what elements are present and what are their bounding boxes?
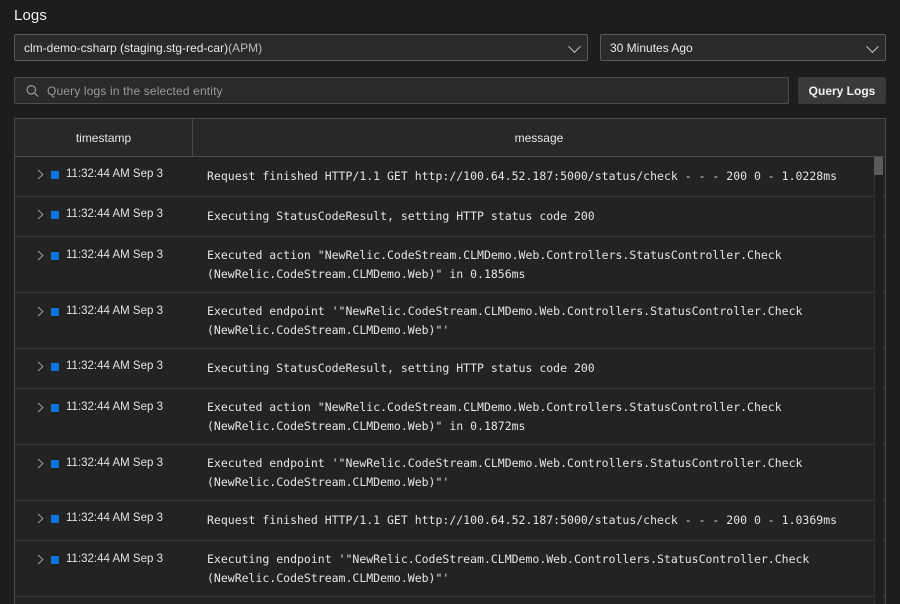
log-level-indicator <box>51 556 59 564</box>
chevron-right-icon[interactable] <box>35 513 44 525</box>
log-message-cell: Executing endpoint '"NewRelic.CodeStream… <box>207 552 817 585</box>
search-icon <box>26 84 39 97</box>
log-timestamp-text: 11:32:44 AM Sep 3 <box>66 360 163 372</box>
log-timestamp-text: 11:32:44 AM Sep 3 <box>66 168 163 180</box>
chevron-down-icon <box>866 39 879 53</box>
table-header-row: timestamp message <box>15 119 885 157</box>
log-timestamp-cell: 11:32:44 AM Sep 3 <box>15 389 193 444</box>
log-message-cell: Executing StatusCodeResult, setting HTTP… <box>207 209 595 223</box>
time-range-select-value: 30 Minutes Ago <box>610 40 693 55</box>
chevron-right-icon[interactable] <box>35 361 44 373</box>
entity-select-value: clm-demo-csharp (staging.stg-red-car) <box>24 40 229 55</box>
log-level-indicator <box>51 252 59 260</box>
query-logs-button[interactable]: Query Logs <box>798 77 886 104</box>
log-timestamp-cell: 11:32:44 AM Sep 3 <box>15 349 193 388</box>
column-header-message[interactable]: message <box>193 119 885 156</box>
search-input[interactable]: Query logs in the selected entity <box>14 77 789 104</box>
table-row[interactable]: 11:32:44 AM Sep 3 Request finished HTTP/1… <box>15 501 885 541</box>
time-range-select[interactable]: 30 Minutes Ago <box>600 34 886 61</box>
chevron-right-icon[interactable] <box>35 250 44 262</box>
log-timestamp-text: 11:32:44 AM Sep 3 <box>66 401 163 413</box>
logs-table: timestamp message 11:32:44 AM Sep 3 Reque… <box>14 118 886 604</box>
chevron-right-icon[interactable] <box>35 402 44 414</box>
log-message-cell: Request finished HTTP/1.1 GET http://100… <box>207 169 838 183</box>
log-timestamp-text: 11:32:44 AM Sep 3 <box>66 249 163 261</box>
log-timestamp-text: 11:32:44 AM Sep 3 <box>66 457 163 469</box>
log-message-cell: Executing StatusCodeResult, setting HTTP… <box>207 361 595 375</box>
query-bar: Query logs in the selected entity Query … <box>14 77 886 104</box>
table-row[interactable]: 11:32:44 AM Sep 3 Executing StatusCodeRes… <box>15 349 885 389</box>
log-message-cell: Request finished HTTP/1.1 GET http://100… <box>207 513 838 527</box>
table-row[interactable]: 11:32:44 AM Sep 3 Executed endpoint '"New… <box>15 445 885 501</box>
log-timestamp-cell: 11:32:44 AM Sep 3 <box>15 197 193 236</box>
filter-controls: clm-demo-csharp (staging.stg-red-car) (A… <box>14 34 886 61</box>
log-level-indicator <box>51 211 59 219</box>
vertical-scrollbar-thumb[interactable] <box>874 157 883 175</box>
entity-select-suffix: (APM) <box>228 40 263 55</box>
log-timestamp-cell: 11:32:44 AM Sep 3 <box>15 445 193 500</box>
page-title: Logs <box>14 7 47 24</box>
log-level-indicator <box>51 515 59 523</box>
chevron-right-icon[interactable] <box>35 169 44 181</box>
log-timestamp-text: 11:32:44 AM Sep 3 <box>66 553 163 565</box>
table-row[interactable]: 11:32:44 AM Sep 3 Request finished HTTP/1… <box>15 157 885 197</box>
log-level-indicator <box>51 404 59 412</box>
log-message-cell: Executed action "NewRelic.CodeStream.CLM… <box>207 400 789 433</box>
column-header-timestamp[interactable]: timestamp <box>15 119 193 156</box>
log-level-indicator <box>51 363 59 371</box>
entity-select[interactable]: clm-demo-csharp (staging.stg-red-car) (A… <box>14 34 588 61</box>
log-timestamp-cell: 11:32:44 AM Sep 3 <box>15 293 193 348</box>
log-timestamp-cell: 11:32:44 AM Sep 3 <box>15 541 193 596</box>
log-timestamp-text: 11:32:44 AM Sep 3 <box>66 512 163 524</box>
vertical-scrollbar-track[interactable] <box>874 157 883 604</box>
search-input-placeholder: Query logs in the selected entity <box>47 83 223 98</box>
table-row[interactable]: 11:32:44 AM Sep 3 Executed action "NewRel… <box>15 237 885 293</box>
chevron-down-icon <box>568 39 581 53</box>
log-timestamp-cell: 11:32:44 AM Sep 3 <box>15 157 193 196</box>
table-row[interactable]: 11:32:44 AM Sep 3 Executed action "NewRel… <box>15 389 885 445</box>
logs-panel: Logs clm-demo-csharp (staging.stg-red-ca… <box>0 0 900 604</box>
log-timestamp-cell: 11:32:44 AM Sep 3 <box>15 237 193 292</box>
chevron-right-icon[interactable] <box>35 209 44 221</box>
log-message-cell: Executed endpoint '"NewRelic.CodeStream.… <box>207 304 810 337</box>
table-body: 11:32:44 AM Sep 3 Request finished HTTP/1… <box>15 157 885 604</box>
log-message-cell: Executed action "NewRelic.CodeStream.CLM… <box>207 248 789 281</box>
log-level-indicator <box>51 460 59 468</box>
log-timestamp-text: 11:32:44 AM Sep 3 <box>66 208 163 220</box>
log-timestamp-text: 11:32:44 AM Sep 3 <box>66 305 163 317</box>
table-row[interactable]: 11:32:44 AM Sep 3 Executing endpoint '"Ne… <box>15 541 885 597</box>
log-level-indicator <box>51 308 59 316</box>
chevron-right-icon[interactable] <box>35 458 44 470</box>
log-level-indicator <box>51 171 59 179</box>
log-timestamp-cell: 11:32:44 AM Sep 3 <box>15 501 193 540</box>
table-row[interactable]: 11:32:44 AM Sep 3 Executing StatusCodeRes… <box>15 197 885 237</box>
chevron-right-icon[interactable] <box>35 306 44 318</box>
log-message-cell: Executed endpoint '"NewRelic.CodeStream.… <box>207 456 810 489</box>
chevron-right-icon[interactable] <box>35 554 44 566</box>
table-row[interactable]: 11:32:44 AM Sep 3 Executed endpoint '"New… <box>15 293 885 349</box>
